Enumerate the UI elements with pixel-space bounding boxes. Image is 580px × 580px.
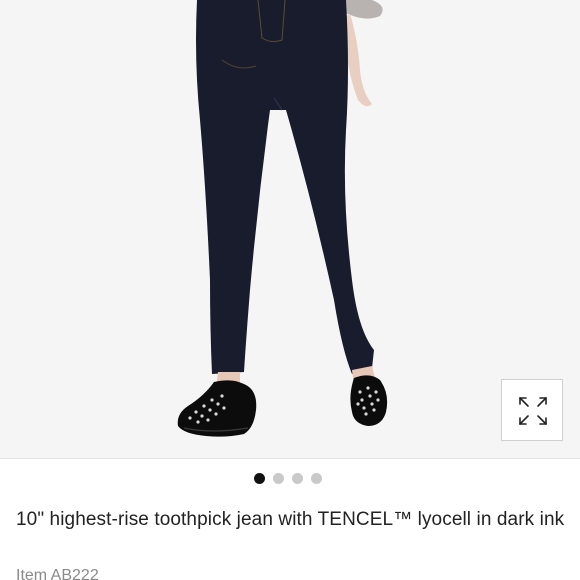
expand-arrows-icon xyxy=(519,397,547,425)
gallery-divider xyxy=(0,458,580,459)
gallery-pagination xyxy=(254,473,322,485)
gallery-dot-3[interactable] xyxy=(292,473,303,484)
gallery-dot-4[interactable] xyxy=(311,473,322,484)
gallery-dot-2[interactable] xyxy=(273,473,284,484)
gallery-dot-1[interactable] xyxy=(254,473,265,484)
item-number: Item AB222 xyxy=(16,567,99,580)
model-photo xyxy=(0,0,580,458)
product-image[interactable] xyxy=(0,0,580,458)
right-shoe xyxy=(350,375,388,426)
product-title: 10" highest-rise toothpick jean with TEN… xyxy=(16,509,565,530)
product-page: 10" highest-rise toothpick jean with TEN… xyxy=(0,0,580,580)
expand-image-button[interactable] xyxy=(501,379,563,441)
